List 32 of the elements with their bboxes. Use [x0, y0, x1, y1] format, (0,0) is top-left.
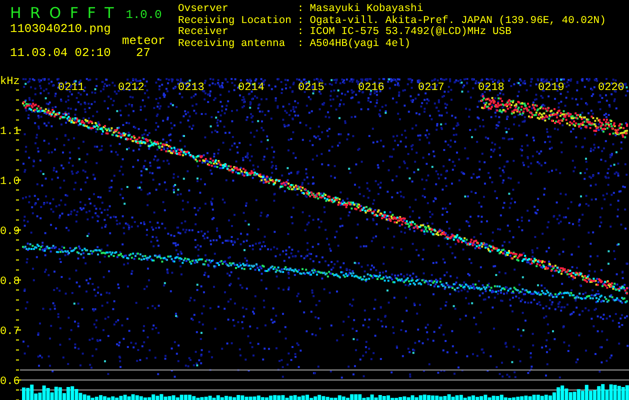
- info-value: Masayuki Kobayashi: [310, 4, 424, 15]
- frequency-label: 0.8: [0, 276, 20, 288]
- info-value: Ogata-vill. Akita-Pref. JAPAN (139.96E, 40.02N): [310, 16, 606, 26]
- meteor-label: meteor: [122, 34, 166, 46]
- date-time: 11.03.04 02:10: [10, 46, 112, 58]
- time-label: 0213: [178, 82, 204, 94]
- info-label: Receiver: [178, 27, 230, 38]
- time-label: 0220: [598, 82, 624, 94]
- info-separator: :: [297, 16, 304, 27]
- time-label: 0216: [358, 82, 384, 94]
- info-separator: :: [297, 4, 304, 16]
- info-value: ICOM IC-575 53.7492(@LCD)MHz USB: [310, 27, 512, 38]
- info-label: Ovserver: [178, 4, 230, 15]
- frequency-label: 1.1: [0, 126, 20, 138]
- frequency-label: 0.9: [0, 226, 20, 238]
- info-label: Receiving Location: [178, 16, 292, 26]
- time-label: 0218: [478, 82, 504, 94]
- info-label: Receiving antenna: [178, 38, 286, 50]
- info-value: A504HB(yagi 4el): [310, 38, 412, 50]
- time-label: 0215: [298, 82, 324, 94]
- app-name: H R O F F T: [10, 4, 114, 22]
- time-label: 0212: [118, 82, 144, 94]
- info-separator: :: [297, 27, 304, 38]
- frequency-label: 0.7: [0, 326, 20, 338]
- axis-unit: kHz: [0, 76, 20, 88]
- info-separator: :: [297, 38, 304, 50]
- frequency-label: 0.6: [0, 376, 20, 388]
- time-label: 0214: [238, 82, 264, 94]
- file-name: 1103040210.png: [10, 22, 112, 34]
- app-version: 1.0.0: [126, 8, 162, 22]
- meteor-count: 27: [135, 46, 152, 58]
- time-label: 0217: [418, 82, 444, 94]
